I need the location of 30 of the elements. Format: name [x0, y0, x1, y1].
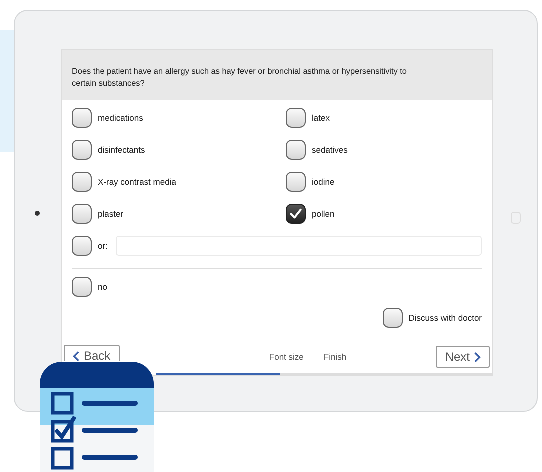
- checkbox[interactable]: [286, 172, 306, 192]
- checkbox[interactable]: [72, 204, 92, 224]
- camera-dot: [35, 211, 40, 216]
- option-label: or:: [98, 241, 108, 251]
- checkbox[interactable]: [72, 236, 92, 256]
- nav-link[interactable]: Finish: [324, 352, 347, 362]
- question-text: Does the patient have an allergy such as hay fever or bronchial asthma or hypersensitivity to certain substances?: [72, 66, 408, 90]
- option-label: medications: [98, 113, 144, 123]
- option-label: disinfectants: [98, 145, 146, 155]
- checkbox[interactable]: [72, 277, 92, 297]
- nav-link[interactable]: Font size: [269, 352, 304, 362]
- chevron-left-icon: [73, 350, 80, 361]
- option-label: latex: [312, 113, 330, 123]
- checkbox[interactable]: [286, 204, 306, 224]
- checkbox[interactable]: [286, 140, 306, 160]
- next-button[interactable]: Next: [436, 346, 490, 368]
- option-label: pollen: [312, 209, 335, 219]
- option-label: iodine: [312, 177, 335, 187]
- option-label: X-ray contrast media: [98, 177, 176, 187]
- checkbox[interactable]: [382, 308, 403, 328]
- checkbox[interactable]: [72, 172, 92, 192]
- option-label: Discuss with doctor: [408, 313, 482, 323]
- checkbox[interactable]: [286, 108, 306, 128]
- checkbox[interactable]: [72, 108, 92, 128]
- option-label: no: [98, 282, 108, 292]
- checkbox[interactable]: [72, 140, 92, 160]
- option-label: sedatives: [312, 145, 348, 155]
- option-label: plaster: [98, 209, 124, 219]
- chevron-right-icon: [474, 352, 481, 362]
- back-button[interactable]: Back: [64, 345, 120, 361]
